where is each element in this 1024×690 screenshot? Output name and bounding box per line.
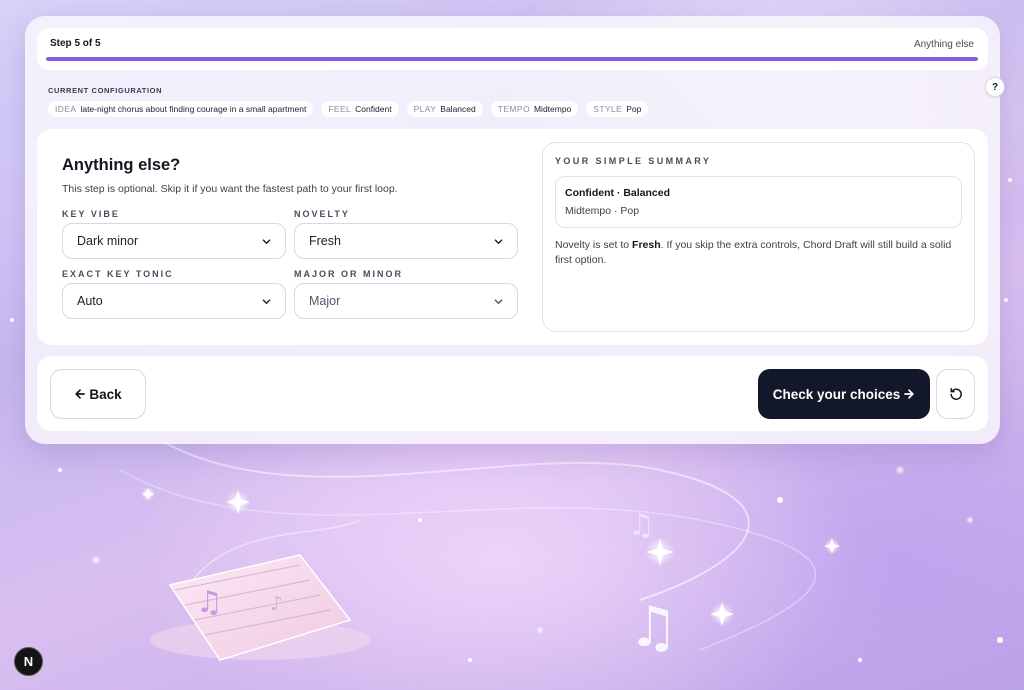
- svg-text:♫: ♫: [628, 595, 678, 660]
- key-vibe-value: Dark minor: [77, 234, 139, 248]
- reset-icon: [949, 388, 962, 400]
- chip-key: IDEA: [55, 104, 77, 114]
- chevron-down-icon: [494, 298, 503, 304]
- chevron-down-icon: [262, 238, 271, 244]
- novelty-select[interactable]: Fresh: [294, 223, 518, 259]
- summary-box: Confident · Balanced Midtempo · Pop: [555, 176, 962, 228]
- key-vibe-select[interactable]: Dark minor: [62, 223, 286, 259]
- exact-key-tonic-select[interactable]: Auto: [62, 283, 286, 319]
- progress-header: Step 5 of 5 Anything else: [37, 28, 988, 70]
- options-form-card: Anything else? This step is optional. Sk…: [37, 129, 988, 345]
- chip-value: late-night chorus about finding courage …: [80, 104, 307, 114]
- chevron-down-icon: [262, 298, 271, 304]
- config-chip-style: STYLE Pop: [586, 101, 649, 117]
- step-counter: Step 5 of 5: [50, 38, 101, 49]
- summary-tempo-style: Midtempo · Pop: [565, 205, 640, 217]
- check-choices-label: Check your choices: [772, 386, 901, 402]
- current-configuration-title: CURRENT CONFIGURATION: [48, 86, 163, 95]
- exact-key-tonic-label: EXACT KEY TONIC: [62, 269, 174, 279]
- reset-button[interactable]: [936, 369, 975, 419]
- summary-text-before: Novelty is set to: [555, 239, 633, 251]
- config-chip-idea: IDEA late-night chorus about finding cou…: [48, 101, 314, 117]
- arrow-left-icon: [75, 389, 86, 399]
- form-subtitle: This step is optional. Skip it if you wa…: [62, 183, 398, 195]
- chip-value: Pop: [626, 104, 642, 114]
- summary-feel-play: Confident · Balanced: [565, 187, 671, 199]
- chevron-down-icon: [494, 238, 503, 244]
- chip-value: Balanced: [440, 104, 476, 114]
- summary-novelty-value: Fresh: [632, 239, 661, 251]
- svg-text:♫: ♫: [196, 585, 223, 620]
- back-button[interactable]: Back: [50, 369, 146, 419]
- music-book-illustration: ♫ ♪: [150, 554, 370, 661]
- summary-card: YOUR SIMPLE SUMMARY Confident · Balanced…: [542, 142, 975, 332]
- arrow-right-icon: [904, 389, 914, 399]
- chip-key: STYLE: [593, 104, 623, 114]
- chip-key: FEEL: [328, 104, 352, 114]
- chip-value: Confident: [355, 104, 392, 114]
- major-or-minor-value: Major: [309, 294, 341, 308]
- summary-description: Novelty is set to Fresh. If you skip the…: [555, 238, 965, 268]
- major-or-minor-select[interactable]: Major: [294, 283, 518, 319]
- help-button[interactable]: ?: [985, 77, 1005, 97]
- summary-title: YOUR SIMPLE SUMMARY: [555, 156, 712, 166]
- exact-key-tonic-value: Auto: [77, 294, 103, 308]
- svg-text:♪: ♪: [270, 591, 283, 615]
- check-choices-button[interactable]: Check your choices: [758, 369, 930, 419]
- progress-bar-fill: [46, 57, 978, 61]
- svg-text:♫: ♫: [628, 508, 655, 543]
- chip-value: Midtempo: [533, 104, 572, 114]
- chip-key: PLAY: [413, 104, 437, 114]
- config-chip-tempo: TEMPO Midtempo: [490, 101, 579, 117]
- step-name: Anything else: [913, 39, 974, 50]
- chip-key: TEMPO: [497, 104, 530, 114]
- n-logo-badge[interactable]: N: [14, 647, 43, 676]
- novelty-value: Fresh: [309, 234, 341, 248]
- key-vibe-label: KEY VIBE: [62, 209, 120, 219]
- progress-bar: [46, 57, 978, 61]
- form-title: Anything else?: [62, 156, 181, 174]
- action-bar: Back Check your choices: [37, 356, 988, 431]
- config-chip-feel: FEEL Confident: [321, 101, 399, 117]
- config-chip-play: PLAY Balanced: [406, 101, 483, 117]
- configuration-chips: IDEA late-night chorus about finding cou…: [48, 101, 649, 117]
- wizard-panel: Step 5 of 5 Anything else CURRENT CONFIG…: [25, 16, 1005, 444]
- novelty-label: NOVELTY: [294, 209, 350, 219]
- back-button-label: Back: [89, 386, 122, 402]
- major-or-minor-label: MAJOR OR MINOR: [294, 269, 403, 279]
